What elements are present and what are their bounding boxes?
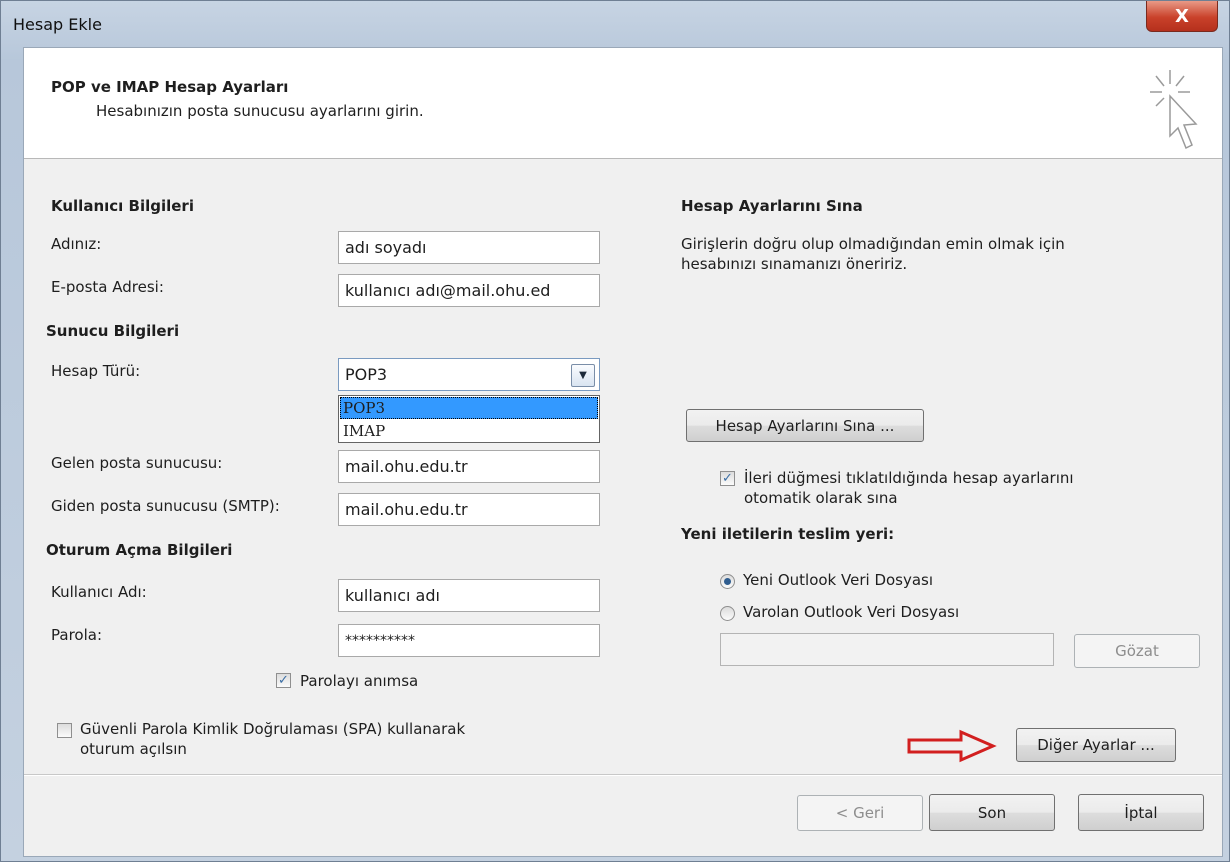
existing-data-file-path-input[interactable]: [720, 633, 1054, 666]
wizard-header: POP ve IMAP Hesap Ayarları Hesabınızın p…: [24, 48, 1222, 159]
outgoing-server-input[interactable]: mail.ohu.edu.tr: [338, 493, 600, 526]
account-type-label: Hesap Türü:: [51, 362, 141, 380]
server-info-heading: Sunucu Bilgileri: [46, 322, 180, 340]
cursor-sparkle-icon: [1150, 70, 1198, 150]
account-type-dropdown: POP3 IMAP: [338, 395, 600, 443]
spa-label-line2: oturum açılsın: [80, 740, 187, 758]
outgoing-server-label: Giden posta sunucusu (SMTP):: [51, 497, 280, 515]
new-data-file-radio[interactable]: [720, 574, 735, 589]
password-label: Parola:: [51, 626, 102, 644]
chevron-down-icon[interactable]: ▼: [571, 364, 595, 387]
account-type-value: POP3: [345, 365, 388, 384]
cancel-button[interactable]: İptal: [1078, 794, 1204, 831]
incoming-server-label: Gelen posta sunucusu:: [51, 454, 223, 472]
email-label: E-posta Adresi:: [51, 278, 164, 296]
dialog-window: Hesap Ekle X POP ve IMAP Hesap Ayarları …: [0, 0, 1230, 862]
dropdown-option-imap[interactable]: IMAP: [340, 420, 598, 442]
existing-data-file-label: Varolan Outlook Veri Dosyası: [743, 603, 960, 621]
remember-password-label: Parolayı anımsa: [300, 672, 419, 690]
user-info-heading: Kullanıcı Bilgileri: [51, 197, 194, 215]
test-description-line2: hesabınızı sınamanızı öneririz.: [681, 255, 908, 273]
more-settings-button[interactable]: Diğer Ayarlar ...: [1016, 728, 1176, 762]
spa-label-line1: Güvenli Parola Kimlik Doğrulaması (SPA) …: [80, 720, 466, 738]
window-title: Hesap Ekle: [13, 15, 102, 34]
red-arrow-annotation-icon: [907, 729, 997, 763]
test-description-line1: Girişlerin doğru olup olmadığından emin …: [681, 235, 1065, 253]
dropdown-option-pop3[interactable]: POP3: [340, 397, 598, 419]
new-data-file-label: Yeni Outlook Veri Dosyası: [743, 571, 934, 589]
title-bar: Hesap Ekle X: [1, 1, 1229, 47]
finish-button[interactable]: Son: [929, 794, 1055, 831]
username-label: Kullanıcı Adı:: [51, 583, 147, 601]
delivery-heading: Yeni iletilerin teslim yeri:: [681, 525, 895, 543]
auto-test-label-line2: otomatik olarak sına: [744, 489, 898, 507]
page-title: POP ve IMAP Hesap Ayarları: [51, 78, 289, 96]
back-button[interactable]: < Geri: [797, 795, 923, 831]
auto-test-label-line1: İleri düğmesi tıklatıldığında hesap ayar…: [744, 469, 1074, 487]
name-label: Adınız:: [51, 235, 102, 253]
auto-test-checkbox[interactable]: ✓: [720, 471, 735, 486]
test-settings-heading: Hesap Ayarlarını Sına: [681, 197, 863, 215]
test-account-settings-button[interactable]: Hesap Ayarlarını Sına ...: [686, 409, 924, 442]
page-subtitle: Hesabınızın posta sunucusu ayarlarını gi…: [96, 102, 424, 120]
password-input[interactable]: **********: [338, 624, 600, 657]
account-type-select[interactable]: POP3 ▼: [338, 358, 600, 391]
existing-data-file-radio[interactable]: [720, 606, 735, 621]
logon-info-heading: Oturum Açma Bilgileri: [46, 541, 233, 559]
name-input[interactable]: adı soyadı: [338, 231, 600, 264]
incoming-server-input[interactable]: mail.ohu.edu.tr: [338, 450, 600, 483]
browse-button[interactable]: Gözat: [1074, 634, 1200, 668]
dialog-client-area: POP ve IMAP Hesap Ayarları Hesabınızın p…: [23, 47, 1223, 857]
footer-divider: [24, 774, 1222, 776]
close-button[interactable]: X: [1146, 1, 1218, 32]
spa-checkbox[interactable]: [57, 723, 72, 738]
email-input[interactable]: kullanıcı adı@mail.ohu.ed: [338, 274, 600, 307]
remember-password-checkbox[interactable]: ✓: [276, 673, 291, 688]
username-input[interactable]: kullanıcı adı: [338, 579, 600, 612]
